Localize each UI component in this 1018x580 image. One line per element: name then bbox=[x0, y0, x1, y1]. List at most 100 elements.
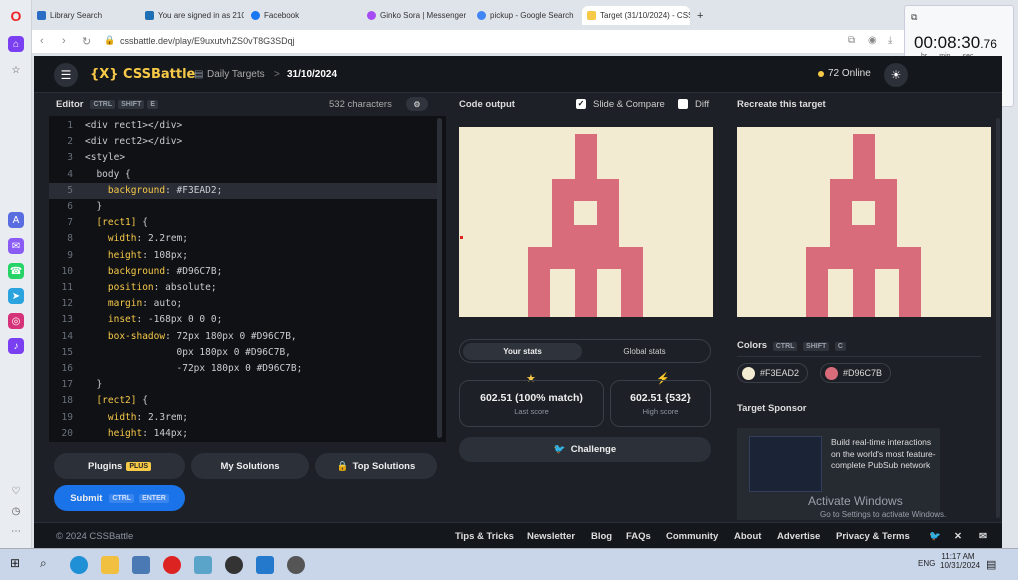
top-solutions-button[interactable]: 🔒 Top Solutions bbox=[315, 453, 437, 479]
code-line[interactable]: position: absolute; bbox=[85, 282, 217, 293]
cssbattle-logo[interactable]: {X} CSSBattle bbox=[90, 67, 195, 82]
code-line[interactable]: } bbox=[85, 201, 102, 212]
clock[interactable]: 11:17 AM 10/31/2024 bbox=[940, 552, 980, 570]
tab-messenger[interactable]: Ginko Sora | Messenger bbox=[362, 6, 470, 25]
app-icon[interactable] bbox=[225, 556, 243, 574]
line-number: 14 bbox=[61, 330, 73, 342]
screenshot-icon[interactable]: ⧉ bbox=[848, 35, 855, 46]
code-line[interactable]: [rect1] { bbox=[85, 217, 148, 228]
tab-cssbattle[interactable]: Target (31/10/2024) - CSS bbox=[582, 6, 690, 25]
home-icon[interactable]: ⌂ bbox=[8, 36, 24, 52]
reload-icon[interactable]: ↻ bbox=[82, 35, 91, 48]
footer-link[interactable]: Advertise bbox=[777, 531, 820, 542]
code-line[interactable]: <style> bbox=[85, 152, 125, 163]
whatsapp-icon[interactable]: ☎ bbox=[8, 263, 24, 279]
tab-global-stats[interactable]: Global stats bbox=[585, 343, 704, 360]
back-icon[interactable]: ‹ bbox=[40, 35, 44, 47]
telegram-icon[interactable]: ➤ bbox=[8, 288, 24, 304]
code-line[interactable]: 0px 180px 0 #D96C7B, bbox=[85, 347, 291, 358]
target-canvas[interactable] bbox=[737, 127, 991, 317]
tab-google-search[interactable]: pickup - Google Search bbox=[472, 6, 580, 25]
heart-icon[interactable]: ♡ bbox=[8, 483, 24, 499]
code-line[interactable]: margin: auto; bbox=[85, 298, 182, 309]
twitter-x-icon[interactable]: ✕ bbox=[954, 531, 962, 542]
code-line[interactable]: height: 108px; bbox=[85, 250, 188, 261]
history-icon[interactable]: ◷ bbox=[8, 503, 24, 519]
diff-checkbox[interactable] bbox=[678, 99, 688, 109]
right-scrollbar[interactable] bbox=[996, 118, 1000, 518]
code-line[interactable]: background: #F3EAD2; bbox=[85, 185, 222, 196]
file-explorer-icon[interactable] bbox=[101, 556, 119, 574]
footer-link[interactable]: Newsletter bbox=[527, 531, 575, 542]
footer-link[interactable]: About bbox=[734, 531, 761, 542]
code-line[interactable]: [rect2] { bbox=[85, 395, 148, 406]
code-line[interactable]: width: 2.3rem; bbox=[85, 412, 188, 423]
code-line[interactable]: -72px 180px 0 #D96C7B; bbox=[85, 363, 303, 374]
editor-scrollbar[interactable] bbox=[437, 118, 442, 438]
code-line[interactable]: <div rect1></div> bbox=[85, 120, 182, 131]
color-swatch bbox=[742, 366, 755, 380]
twitter-icon[interactable]: 🐦 bbox=[929, 531, 941, 542]
code-line[interactable]: inset: -168px 0 0 0; bbox=[85, 314, 222, 325]
code-editor[interactable]: 1 <div rect1></div> 2 <div rect2></div> 3 <st… bbox=[49, 116, 446, 442]
divider bbox=[737, 356, 981, 357]
url-field[interactable]: cssbattle.dev/play/E9uxutvhZS0vT8G3SDqj bbox=[120, 36, 295, 46]
challenge-button[interactable]: 🐦 Challenge bbox=[459, 437, 711, 462]
slide-compare-checkbox[interactable]: ✓ bbox=[576, 99, 586, 109]
instagram-icon[interactable]: ◎ bbox=[8, 313, 24, 329]
forward-icon[interactable]: › bbox=[62, 35, 66, 47]
breadcrumb-daily-targets[interactable]: Daily Targets bbox=[207, 69, 265, 80]
footer-link[interactable]: Blog bbox=[591, 531, 612, 542]
new-tab-button[interactable]: + bbox=[692, 6, 706, 25]
notification-icon[interactable]: ▤ bbox=[986, 558, 996, 571]
code-line[interactable]: height: 144px; bbox=[85, 428, 188, 439]
menu-icon[interactable]: ☰ bbox=[54, 63, 78, 87]
camera-icon[interactable]: ◉ bbox=[868, 35, 877, 46]
footer-link[interactable]: Community bbox=[666, 531, 718, 542]
code-line[interactable]: <div rect2></div> bbox=[85, 136, 182, 147]
code-line[interactable]: box-shadow: 72px 180px 0 #D96C7B, bbox=[85, 331, 297, 342]
app-icon[interactable] bbox=[194, 556, 212, 574]
app-icon[interactable] bbox=[287, 556, 305, 574]
tab-library-search[interactable]: Library Search bbox=[32, 6, 136, 25]
messenger-icon[interactable]: ✉ bbox=[8, 238, 24, 254]
line-number: 13 bbox=[61, 314, 73, 326]
opera-logo-icon[interactable]: O bbox=[8, 8, 24, 24]
bookmark-star-icon[interactable]: ☆ bbox=[8, 62, 24, 78]
settings-gear-icon[interactable]: ⚙ bbox=[406, 97, 428, 111]
plugins-button[interactable]: Plugins PLUS bbox=[54, 453, 185, 479]
search-icon[interactable]: ⌕ bbox=[40, 556, 58, 574]
footer-link[interactable]: Privacy & Terms bbox=[836, 531, 910, 542]
color-chip-cream[interactable]: #F3EAD2 bbox=[737, 363, 809, 383]
windows-start-icon[interactable]: ⊞ bbox=[10, 556, 28, 574]
tab-facebook[interactable]: Facebook bbox=[246, 6, 358, 25]
code-output-canvas[interactable] bbox=[459, 127, 713, 317]
tab-your-stats[interactable]: Your stats bbox=[463, 343, 582, 360]
aria-icon[interactable]: A bbox=[8, 212, 24, 228]
browser-sidebar: O ⌂ ☆ A ✉ ☎ ➤ ◎ ♪ ♡ ◷ ⋯ bbox=[0, 0, 32, 548]
tab-signed-in[interactable]: You are signed in as 2101 bbox=[140, 6, 244, 25]
theme-toggle-icon[interactable]: ☀ bbox=[884, 63, 908, 87]
submit-button[interactable]: Submit CTRL ENTER bbox=[54, 485, 185, 511]
color-chip-pink[interactable]: #D96C7B bbox=[820, 363, 892, 383]
line-number: 11 bbox=[61, 282, 73, 293]
shape-block bbox=[830, 179, 897, 201]
opera-icon[interactable] bbox=[163, 556, 181, 574]
code-line[interactable]: } bbox=[85, 379, 102, 390]
code-line[interactable]: background: #D96C7B; bbox=[85, 266, 222, 277]
language-indicator[interactable]: ENG bbox=[918, 559, 935, 568]
sponsor-image bbox=[749, 436, 822, 492]
my-solutions-button[interactable]: My Solutions bbox=[191, 453, 309, 479]
code-line[interactable]: body { bbox=[85, 169, 130, 180]
mail-icon[interactable]: ✉ bbox=[979, 531, 987, 542]
footer-link[interactable]: Tips & Tricks bbox=[455, 531, 514, 542]
more-icon[interactable]: ⋯ bbox=[8, 523, 24, 539]
app-icon[interactable] bbox=[132, 556, 150, 574]
edge-icon[interactable] bbox=[70, 556, 88, 574]
popout-icon[interactable]: ⧉ bbox=[911, 12, 917, 23]
player-icon[interactable]: ♪ bbox=[8, 338, 24, 354]
vscode-icon[interactable] bbox=[256, 556, 274, 574]
download-icon[interactable]: ⤓ bbox=[888, 35, 892, 46]
code-line[interactable]: width: 2.2rem; bbox=[85, 233, 188, 244]
footer-link[interactable]: FAQs bbox=[626, 531, 651, 542]
